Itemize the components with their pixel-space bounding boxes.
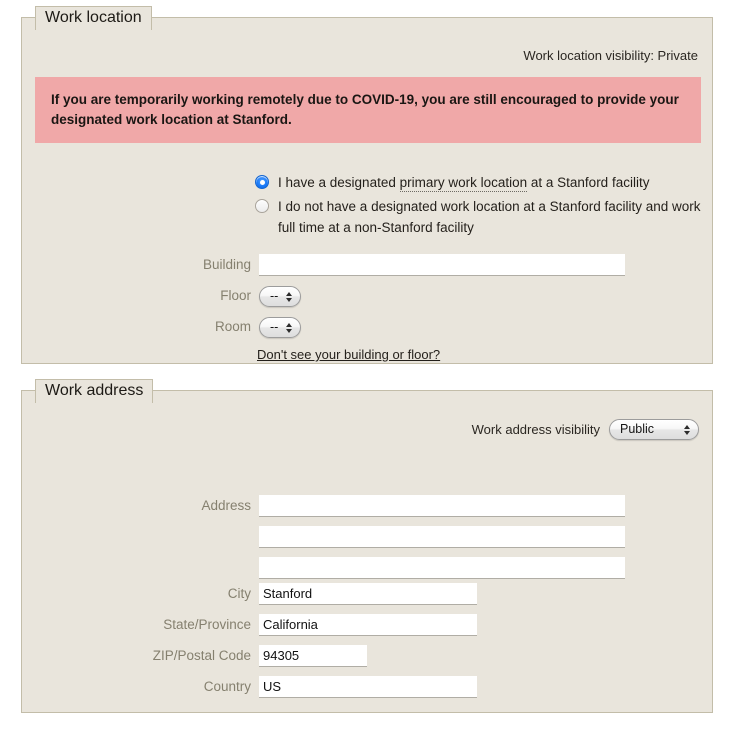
radio-has-primary-location[interactable] <box>255 175 269 189</box>
state-input[interactable] <box>259 614 477 636</box>
country-field-wrap: Country <box>204 676 477 698</box>
building-field-wrap: Building <box>203 254 625 276</box>
work-location-address-form: Work location Work location visibility: … <box>0 0 734 732</box>
floor-field-wrap: Floor -- <box>220 286 302 307</box>
room-select[interactable]: -- <box>259 317 302 338</box>
work-address-panel: Work address Work address visibility Pub… <box>21 379 713 713</box>
state-field-wrap: State/Province <box>163 614 477 636</box>
covid-notice-text: If you are temporarily working remotely … <box>51 92 679 127</box>
address-line2-wrap <box>259 526 625 548</box>
work-location-visibility-text: Work location visibility: Private <box>523 48 698 63</box>
radio-option-has-primary-location[interactable]: I have a designated primary work locatio… <box>255 173 721 194</box>
country-label: Country <box>203 679 251 694</box>
room-field-wrap: Room -- <box>215 317 302 338</box>
covid-notice-banner: If you are temporarily working remotely … <box>35 77 701 144</box>
work-address-visibility-row: Work address visibility Public <box>472 419 699 440</box>
floor-select-value: -- <box>270 289 279 303</box>
work-location-body: Work location visibility: Private If you… <box>22 18 712 363</box>
state-label: State/Province <box>163 617 251 632</box>
address-line1-wrap: Address <box>201 495 625 517</box>
work-address-visibility-value: Public <box>620 422 655 436</box>
room-select-stepper-icon <box>285 321 292 335</box>
radio-no-primary-location[interactable] <box>255 198 269 213</box>
country-input[interactable] <box>259 676 477 698</box>
work-location-radio-group: I have a designated primary work locatio… <box>255 173 721 242</box>
visibility-select-stepper-icon <box>683 423 690 437</box>
city-label: City <box>227 586 251 601</box>
address-line3-input[interactable] <box>259 557 625 579</box>
address-line2-input[interactable] <box>259 526 625 548</box>
city-input[interactable] <box>259 583 477 605</box>
primary-work-location-help-link[interactable]: primary work location <box>399 175 528 192</box>
building-label: Building <box>202 257 251 272</box>
work-address-visibility-select[interactable]: Public <box>609 419 699 440</box>
work-address-body: Work address visibility Public Use build… <box>22 391 712 712</box>
radio-no-primary-location-label: I do not have a designated work location… <box>278 198 701 235</box>
floor-select[interactable]: -- <box>259 286 302 307</box>
zip-field-wrap: ZIP/Postal Code <box>153 645 367 667</box>
address-line1-input[interactable] <box>259 495 625 517</box>
floor-select-stepper-icon <box>285 290 292 304</box>
zip-input[interactable] <box>259 645 367 667</box>
radio-option-no-primary-location[interactable]: I do not have a designated work location… <box>255 197 721 239</box>
address-label: Address <box>201 498 251 513</box>
zip-label: ZIP/Postal Code <box>152 648 251 663</box>
address-line3-wrap <box>259 557 625 579</box>
city-field-wrap: City <box>228 583 477 605</box>
radio-has-primary-location-label: I have a designated primary work locatio… <box>278 173 649 194</box>
room-label: Room <box>214 319 251 334</box>
floor-label: Floor <box>220 288 251 303</box>
radio-label-text-after: at a Stanford facility <box>527 175 650 190</box>
work-address-visibility-label: Work address visibility <box>471 422 600 437</box>
radio-label-text-before: I have a designated <box>278 175 400 190</box>
building-floor-help-link[interactable]: Don't see your building or floor? <box>257 347 440 362</box>
building-input[interactable] <box>259 254 625 276</box>
room-select-value: -- <box>270 320 279 334</box>
work-location-panel: Work location Work location visibility: … <box>21 6 713 364</box>
